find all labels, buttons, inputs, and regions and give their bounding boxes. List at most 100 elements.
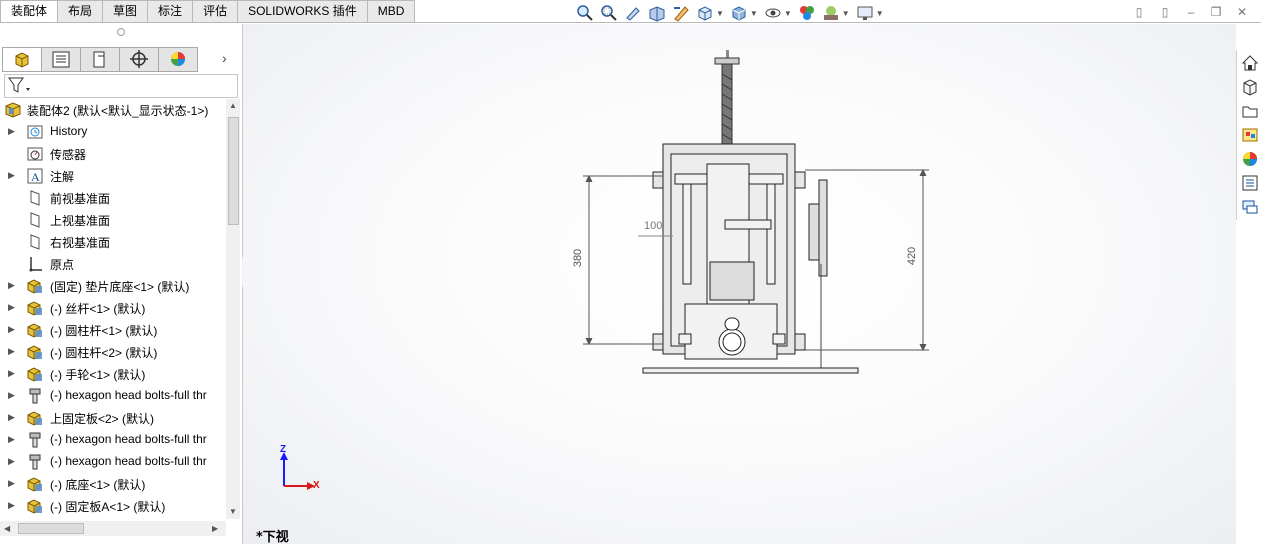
configuration-manager-tab[interactable] (81, 47, 120, 72)
expand-arrow-icon[interactable]: ▶ (8, 126, 15, 137)
tree-item-annotations[interactable]: ▶ A 注解 (0, 165, 226, 187)
tree-item-origin[interactable]: 原点 (0, 253, 226, 275)
expand-arrow-icon[interactable]: ▶ (8, 390, 15, 401)
tile-left-icon[interactable]: ▯ (1131, 5, 1147, 19)
forum-icon[interactable] (1241, 198, 1259, 216)
feature-manager-tab[interactable] (2, 47, 42, 72)
custom-properties-icon[interactable] (1241, 174, 1259, 192)
chevron-down-icon[interactable]: ▼ (750, 9, 758, 18)
home-icon[interactable] (1241, 54, 1259, 72)
apply-scene-icon[interactable] (822, 4, 840, 22)
expand-arrow-icon[interactable]: ▶ (8, 302, 15, 313)
panel-grip[interactable] (117, 28, 125, 36)
zoom-to-area-icon[interactable] (600, 4, 618, 22)
chevron-down-icon[interactable]: ▼ (876, 9, 884, 18)
command-manager-tabbar: 装配体 布局 草图 标注 评估 SOLIDWORKS 插件 MBD ▼ ▼ ▼ … (0, 0, 1261, 24)
scroll-up-icon[interactable]: ▲ (229, 101, 237, 110)
expand-arrow-icon[interactable]: ▶ (8, 412, 15, 423)
tree-item-component[interactable]: ▶ (-) 丝杆<1> (默认) (0, 297, 226, 319)
tree-item-front-plane[interactable]: 前视基准面 (0, 187, 226, 209)
scroll-right-icon[interactable]: ▶ (212, 524, 218, 533)
view-palette-icon[interactable] (1241, 126, 1259, 144)
design-library-icon[interactable] (1241, 78, 1259, 96)
tree-item-component[interactable]: ▶ (固定) 垫片底座<1> (默认) (0, 275, 226, 297)
expand-arrow-icon[interactable]: ▶ (8, 434, 15, 445)
view-orientation-icon[interactable] (696, 4, 714, 22)
zoom-to-fit-icon[interactable] (576, 4, 594, 22)
previous-view-icon[interactable] (624, 4, 642, 22)
tree-item-label: 上固定板<2> (默认) (50, 412, 155, 426)
tab-sketch[interactable]: 草图 (103, 0, 149, 23)
dimension-small-text[interactable]: 100 (644, 220, 662, 232)
handwheel (808, 179, 828, 370)
tree-item-component[interactable]: ▶ (-) 底座<1> (默认) (0, 473, 226, 495)
tab-mbd[interactable]: MBD (367, 0, 416, 23)
bolt-icon (26, 431, 44, 449)
file-explorer-icon[interactable] (1241, 102, 1259, 120)
chevron-down-icon[interactable]: ▼ (842, 9, 850, 18)
expand-arrow-icon[interactable]: ▶ (8, 324, 15, 335)
hide-show-items-icon[interactable] (764, 4, 782, 22)
tree-item-component[interactable]: ▶ (-) 圆柱杆<1> (默认) (0, 319, 226, 341)
tree-item-sensors[interactable]: 传感器 (0, 143, 226, 165)
section-view-icon[interactable] (648, 4, 666, 22)
tree-item-component[interactable]: ▶ (-) hexagon head bolts-full thr (0, 451, 226, 473)
graphics-area[interactable]: 380 420 100 Z X (243, 24, 1236, 544)
appearances-icon[interactable] (1241, 150, 1259, 168)
tree-item-history[interactable]: ▶ History (0, 121, 226, 143)
expand-arrow-icon[interactable]: ▶ (8, 478, 15, 489)
dimxpert-manager-tab[interactable] (120, 47, 159, 72)
dynamic-annotation-icon[interactable] (672, 4, 690, 22)
tree-item-component[interactable]: ▶ (-) hexagon head bolts-full thr (0, 429, 226, 451)
command-tabs: 装配体 布局 草图 标注 评估 SOLIDWORKS 插件 MBD (0, 0, 416, 23)
dimension-left-text[interactable]: 380 (572, 249, 584, 267)
chevron-down-icon[interactable]: ▼ (716, 9, 724, 18)
edit-appearance-icon[interactable] (798, 4, 816, 22)
property-manager-tab[interactable] (42, 47, 81, 72)
tab-solidworks-addins[interactable]: SOLIDWORKS 插件 (238, 0, 368, 23)
tree-vertical-scrollbar[interactable]: ▲ ▼ (226, 99, 240, 519)
part-icon (26, 409, 44, 427)
horizontal-scroll-thumb[interactable] (18, 523, 84, 534)
expand-arrow-icon[interactable]: ▶ (8, 346, 15, 357)
vertical-scroll-thumb[interactable] (228, 117, 239, 225)
tree-item-component[interactable]: ▶ (-) 圆柱杆<2> (默认) (0, 341, 226, 363)
tree-horizontal-scrollbar[interactable]: ◀ ▶ (0, 521, 226, 536)
tree-item-label: (-) hexagon head bolts-full thr (50, 388, 207, 402)
scroll-left-icon[interactable]: ◀ (4, 524, 10, 533)
tile-right-icon[interactable]: ▯ (1157, 5, 1173, 19)
display-manager-tab[interactable] (159, 47, 198, 72)
chevron-down-icon[interactable]: ▼ (784, 9, 792, 18)
display-style-icon[interactable] (730, 4, 748, 22)
close-icon[interactable]: ✕ (1234, 5, 1250, 19)
tab-layout[interactable]: 布局 (58, 0, 104, 23)
tree-item-label: (-) hexagon head bolts-full thr (50, 454, 207, 468)
task-pane-bar (1236, 50, 1261, 220)
restore-icon[interactable]: ❐ (1208, 5, 1224, 19)
part-icon (26, 343, 44, 361)
assembly-model (583, 50, 929, 374)
filter-icon[interactable] (5, 75, 35, 95)
expand-arrow-icon[interactable]: ▶ (8, 500, 15, 511)
chevron-right-icon[interactable]: › (222, 50, 227, 66)
tree-item-component[interactable]: ▶ (-) 固定板A<1> (默认) (0, 495, 226, 517)
feature-manager-panel: › 装配体2 (默认<默认_显示状态-1>) ▶ History 传感器 ▶ A… (0, 24, 243, 544)
tab-markup[interactable]: 标注 (148, 0, 194, 23)
tree-root-assembly[interactable]: 装配体2 (默认<默认_显示状态-1>) (0, 99, 226, 121)
scroll-down-icon[interactable]: ▼ (229, 507, 237, 516)
tree-item-top-plane[interactable]: 上视基准面 (0, 209, 226, 231)
tab-evaluate[interactable]: 评估 (193, 0, 239, 23)
tab-assembly[interactable]: 装配体 (0, 0, 59, 23)
tree-item-component[interactable]: ▶ (-) 手轮<1> (默认) (0, 363, 226, 385)
tree-item-component[interactable]: ▶ 上固定板<2> (默认) (0, 407, 226, 429)
tree-item-right-plane[interactable]: 右视基准面 (0, 231, 226, 253)
tree-item-component[interactable]: ▶ (-) hexagon head bolts-full thr (0, 385, 226, 407)
expand-arrow-icon[interactable]: ▶ (8, 170, 15, 181)
expand-arrow-icon[interactable]: ▶ (8, 456, 15, 467)
dimension-right-text[interactable]: 420 (906, 247, 918, 265)
minimize-icon[interactable]: – (1183, 5, 1199, 19)
tree-filter[interactable] (4, 74, 238, 98)
expand-arrow-icon[interactable]: ▶ (8, 368, 15, 379)
view-settings-icon[interactable] (856, 4, 874, 22)
expand-arrow-icon[interactable]: ▶ (8, 280, 15, 291)
